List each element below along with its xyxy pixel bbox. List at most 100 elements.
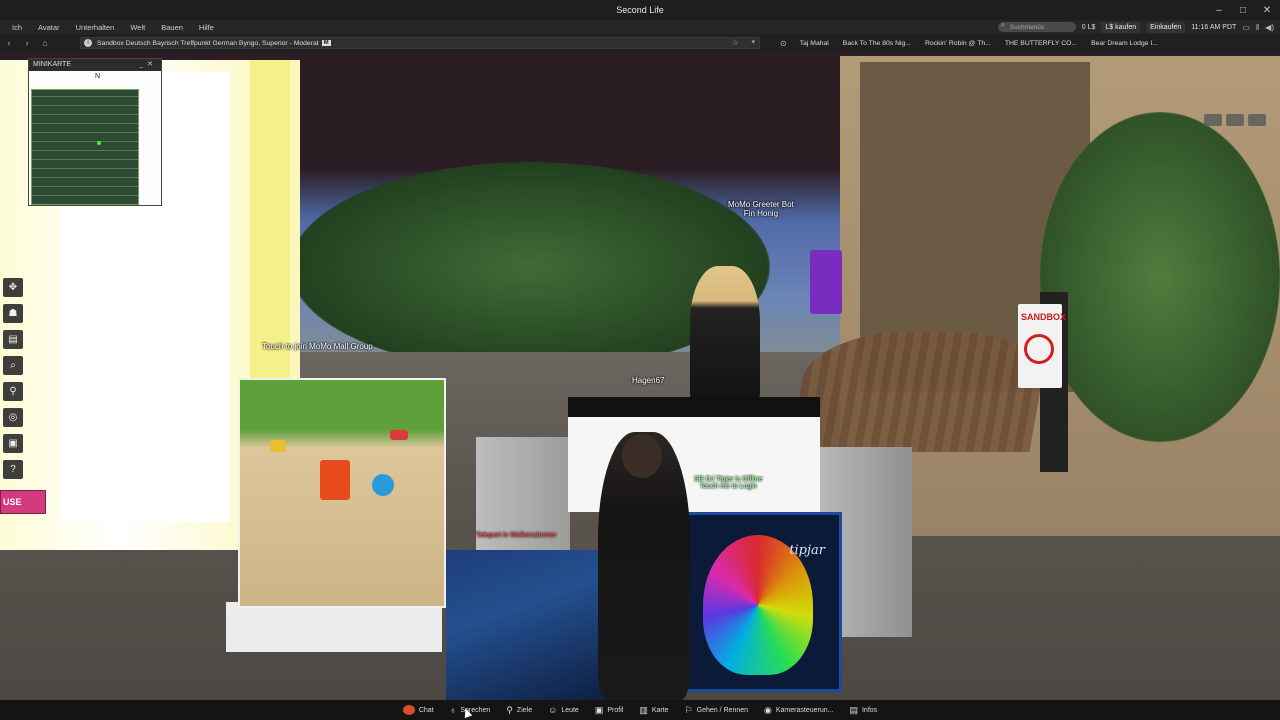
camera-controls-label: Kamerasteuerun... — [775, 706, 834, 714]
minimap-panel[interactable]: MINIKARTE _✕ N — [28, 58, 162, 206]
chat-icon — [402, 705, 415, 715]
greeter-name: MoMo Greeter Bot — [728, 200, 794, 209]
snapshot-icon[interactable]: ◎ — [3, 408, 23, 427]
favorite-item[interactable]: Rockin' Robin @ Th... — [920, 40, 1000, 47]
blue-teleporter-box[interactable] — [446, 550, 606, 700]
pin-icon[interactable]: ⊙ — [780, 39, 787, 48]
menu-bar: Ich Avatar Unterhalten Welt Bauen Hilfe … — [0, 20, 1280, 34]
favorite-star-icon[interactable]: ☆ — [732, 38, 739, 47]
menu-unterhalten[interactable]: Unterhalten — [68, 23, 123, 32]
location-text: Sandbox Deutsch Bayrisch Treffpunkt Germ… — [97, 39, 319, 47]
teleport-label: Teleport in Wolkenzimmer — [476, 532, 557, 539]
dj-status-line-2: Touch me to Login — [699, 483, 757, 490]
map-button[interactable]: ▥ Karte — [631, 702, 676, 718]
window-title: Second Life — [616, 5, 664, 15]
left-toolbar: ✥ ☗ ▤ ⌕ ⚲ ◎ ▣ ? — [0, 274, 26, 483]
purple-sign[interactable] — [810, 250, 842, 314]
counter-top — [568, 397, 820, 417]
pink-sign[interactable]: USE — [0, 490, 46, 514]
location-input[interactable]: i Sandbox Deutsch Bayrisch Treffpunkt Ge… — [80, 37, 760, 49]
walk-run-button[interactable]: ⚐ Gehen / Rennen — [677, 702, 756, 718]
minimap-header: MINIKARTE _✕ — [29, 59, 161, 71]
dj-tipjar-panel[interactable]: tipjar — [680, 512, 842, 692]
minimize-button[interactable]: – — [1214, 5, 1224, 16]
favorite-item[interactable]: Back To The 80s Nig... — [838, 40, 920, 47]
move-icon[interactable]: ✥ — [3, 278, 23, 297]
walk-icon: ⚐ — [684, 704, 693, 715]
view-toggle-icon[interactable] — [1204, 114, 1222, 126]
world-viewport[interactable]: SANDBOX USE tipjar MoMo Greeter Bot Fin … — [0, 52, 1280, 700]
view-toggle-icon[interactable] — [1226, 114, 1244, 126]
places-icon[interactable]: ⚲ — [3, 382, 23, 401]
sandbox-display[interactable] — [238, 378, 446, 608]
greeter-label: MoMo Greeter Bot Fin Honig — [728, 200, 794, 218]
info-icon[interactable]: i — [84, 39, 92, 47]
people-label: Leute — [561, 706, 579, 714]
touch-group-label: Touch to join MoMo Mall Group — [262, 342, 373, 351]
info-button[interactable]: ▤ Infos — [841, 702, 885, 718]
wooden-bridge — [789, 332, 1051, 452]
menu-avatar[interactable]: Avatar — [30, 23, 68, 32]
volume-icon[interactable]: ◀) — [1265, 23, 1274, 32]
minimap-controls: _✕ — [139, 60, 157, 68]
greeter-sub: Fin Honig — [743, 209, 779, 218]
minimize-icon[interactable]: _ — [139, 61, 147, 68]
close-icon[interactable]: ✕ — [147, 61, 157, 68]
favorite-item[interactable]: Bear Dream Lodge I... — [1086, 40, 1167, 47]
info-label: Infos — [861, 706, 878, 714]
north-marker: N — [95, 73, 101, 80]
shop-button[interactable]: Einkaufen — [1146, 21, 1186, 33]
media-icon[interactable]: ▭ — [1242, 23, 1250, 32]
ceiling — [270, 52, 850, 170]
sandbox-sign-text: SANDBOX — [1021, 312, 1067, 322]
greeter-avatar[interactable] — [690, 266, 760, 406]
close-button[interactable]: ✕ — [1262, 5, 1272, 16]
map-label: Karte — [651, 706, 669, 714]
appearance-icon[interactable]: ☗ — [3, 304, 23, 323]
my-position-dot — [97, 141, 101, 145]
back-button[interactable]: ‹ — [0, 38, 18, 48]
people-icon: ☺ — [548, 705, 558, 715]
menu-hilfe[interactable]: Hilfe — [191, 23, 222, 32]
chat-button[interactable]: Chat — [395, 702, 442, 718]
maximize-button[interactable]: □ — [1238, 5, 1248, 16]
menu-ich[interactable]: Ich — [4, 23, 30, 32]
menu-bauen[interactable]: Bauen — [153, 23, 191, 32]
profile-button[interactable]: ▣ Profil — [587, 702, 631, 718]
forward-button[interactable]: › — [18, 38, 36, 48]
chevron-down-icon[interactable]: ▾ — [751, 38, 755, 46]
menu-welt[interactable]: Welt — [122, 23, 153, 32]
view-toggle-icon[interactable] — [1248, 114, 1266, 126]
camera-icon[interactable]: ▣ — [3, 434, 23, 453]
map-icon: ▥ — [639, 704, 648, 715]
favorite-item[interactable]: Taj Mahal — [795, 40, 838, 47]
menu-search-placeholder: Suchmenüs — [1009, 23, 1045, 31]
dj-status-line-1: SR DJ Tipjar is Offline — [694, 476, 763, 483]
window-controls: – □ ✕ — [1214, 0, 1272, 20]
search-icon[interactable]: ⌕ — [3, 356, 23, 375]
people-button[interactable]: ☺ Leute — [540, 702, 587, 718]
destination-icon: ⚲ — [506, 704, 513, 715]
help-icon[interactable]: ? — [3, 460, 23, 479]
yellow-pillar — [250, 60, 290, 390]
buy-linden-button[interactable]: L$ kaufen — [1101, 21, 1141, 33]
camera-controls-button[interactable]: ◉ Kamerasteuerun... — [756, 702, 841, 718]
inventory-icon[interactable]: ▤ — [3, 330, 23, 349]
home-button[interactable]: ⌂ — [36, 38, 54, 48]
minimap-view[interactable]: N — [29, 71, 161, 205]
destinations-button[interactable]: ⚲ Ziele — [498, 702, 540, 718]
menu-search-input[interactable]: ⌕ Suchmenüs — [997, 22, 1076, 32]
favorite-item[interactable]: THE BUTTERFLY CO... — [1000, 40, 1086, 47]
no-entry-icon — [1024, 334, 1054, 364]
user-avatar-head — [622, 434, 662, 478]
tree — [1040, 112, 1280, 442]
sandbox-sign[interactable]: SANDBOX — [1018, 304, 1066, 388]
linden-balance[interactable]: 0 L$ — [1082, 24, 1096, 31]
toy — [270, 440, 286, 452]
toy — [372, 474, 394, 496]
walk-run-label: Gehen / Rennen — [696, 706, 749, 714]
toy — [320, 460, 350, 500]
pause-icon[interactable]: ‖ — [1256, 23, 1259, 32]
bottom-toolbar: Chat ♁ Sprechen ⚲ Ziele ☺ Leute ▣ Profil… — [0, 700, 1280, 720]
favorites-bar: ⊙ Taj Mahal Back To The 80s Nig... Rocki… — [780, 34, 1167, 52]
